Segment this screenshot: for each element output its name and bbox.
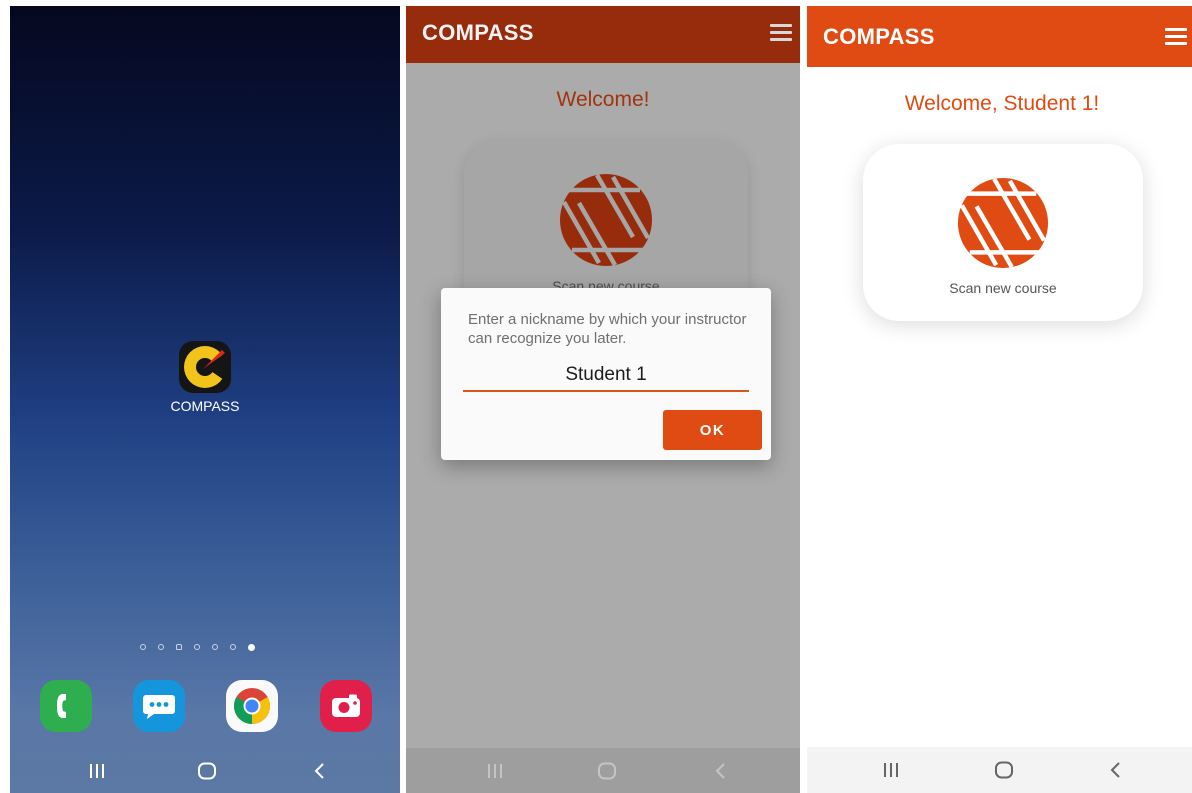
app-title: COMPASS bbox=[823, 24, 935, 49]
page-dot bbox=[194, 644, 200, 650]
page-dot bbox=[158, 644, 164, 650]
app-bar: COMPASS bbox=[406, 6, 800, 63]
page-dot bbox=[140, 644, 146, 650]
home-screen-panel: COMPASS bbox=[10, 6, 400, 793]
camera-icon[interactable] bbox=[320, 680, 372, 732]
phone-icon[interactable] bbox=[40, 680, 92, 732]
page-indicator bbox=[140, 644, 255, 651]
home-icon[interactable] bbox=[987, 747, 1021, 792]
scan-course-label: Scan new course bbox=[949, 280, 1057, 296]
welcome-heading: Welcome, Student 1! bbox=[904, 92, 1100, 115]
home-icon[interactable] bbox=[190, 748, 224, 793]
aperture-icon bbox=[956, 176, 1050, 275]
system-nav-bar bbox=[406, 748, 800, 793]
recents-icon[interactable] bbox=[80, 748, 114, 793]
nickname-dialog-panel: COMPASS Welcome! Scan new course Enter a bbox=[406, 6, 800, 793]
system-nav-bar bbox=[807, 747, 1192, 793]
recents-icon[interactable] bbox=[874, 747, 908, 792]
nickname-input[interactable] bbox=[463, 360, 749, 392]
home-icon[interactable] bbox=[590, 748, 624, 793]
recents-icon[interactable] bbox=[478, 748, 512, 793]
scan-course-card[interactable]: Scan new course bbox=[863, 144, 1143, 321]
app-title: COMPASS bbox=[422, 20, 534, 45]
student-welcome-panel: COMPASS Welcome, Student 1! Scan new cou… bbox=[807, 6, 1192, 793]
page-dot bbox=[212, 644, 218, 650]
nickname-dialog: Enter a nickname by which your instructo… bbox=[441, 288, 771, 460]
aperture-icon bbox=[558, 172, 654, 273]
menu-icon[interactable] bbox=[1165, 28, 1187, 49]
page-dot-active bbox=[248, 644, 255, 651]
page-dot bbox=[230, 644, 236, 650]
menu-icon[interactable] bbox=[770, 24, 792, 45]
back-icon[interactable] bbox=[303, 748, 337, 793]
back-icon[interactable] bbox=[1099, 747, 1133, 792]
app-bar: COMPASS bbox=[807, 6, 1192, 67]
system-nav-bar bbox=[10, 748, 400, 793]
page-dot bbox=[176, 644, 182, 650]
compass-app-label: COMPASS bbox=[170, 398, 240, 414]
welcome-heading: Welcome! bbox=[556, 88, 650, 111]
messages-icon[interactable] bbox=[133, 680, 185, 732]
compass-app-icon[interactable] bbox=[178, 340, 232, 394]
back-icon[interactable] bbox=[704, 748, 738, 793]
chrome-icon[interactable] bbox=[226, 680, 278, 732]
dialog-message: Enter a nickname by which your instructo… bbox=[468, 311, 747, 347]
ok-button[interactable]: OK bbox=[663, 410, 762, 450]
